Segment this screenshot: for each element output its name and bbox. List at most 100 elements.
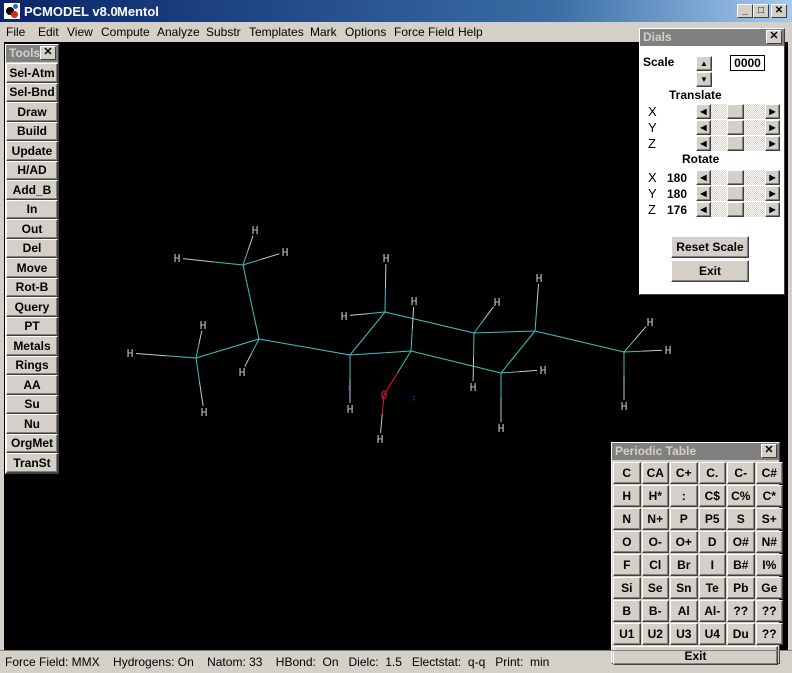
scroll-right-arrow-icon[interactable]: ▶: [765, 104, 780, 119]
element-button[interactable]: Sn: [670, 577, 698, 599]
scale-down-button[interactable]: ▼: [696, 72, 712, 87]
element-button[interactable]: C$: [698, 485, 726, 507]
element-button[interactable]: ??: [755, 600, 783, 622]
tool-h-ad-button[interactable]: H/AD: [6, 160, 58, 180]
element-button[interactable]: C+: [670, 462, 698, 484]
scroll-left-arrow-icon[interactable]: ◀: [696, 186, 711, 201]
scroll-left-arrow-icon[interactable]: ◀: [696, 136, 711, 151]
dials-close-icon[interactable]: ✕: [766, 30, 782, 44]
element-button[interactable]: Pb: [727, 577, 755, 599]
scroll-right-arrow-icon[interactable]: ▶: [765, 136, 780, 151]
element-button[interactable]: N: [613, 508, 641, 530]
element-button[interactable]: C-: [727, 462, 755, 484]
element-button[interactable]: Ge: [755, 577, 783, 599]
element-button[interactable]: I%: [755, 554, 783, 576]
tool-orgmet-button[interactable]: OrgMet: [6, 433, 58, 453]
element-button[interactable]: Du: [727, 623, 755, 645]
scale-up-button[interactable]: ▲: [696, 56, 712, 71]
tool-query-button[interactable]: Query: [6, 297, 58, 317]
tool-aa-button[interactable]: AA: [6, 375, 58, 395]
element-button[interactable]: H: [613, 485, 641, 507]
scroll-thumb[interactable]: [727, 202, 744, 217]
element-button[interactable]: F: [613, 554, 641, 576]
element-button[interactable]: O+: [670, 531, 698, 553]
element-button[interactable]: D: [698, 531, 726, 553]
element-button[interactable]: B#: [727, 554, 755, 576]
rotate-y-scrollbar[interactable]: ◀ ▶: [696, 186, 780, 201]
element-button[interactable]: C#: [755, 462, 783, 484]
dials-exit-button[interactable]: Exit: [671, 260, 749, 282]
rotate-z-scrollbar[interactable]: ◀ ▶: [696, 202, 780, 217]
tool-draw-button[interactable]: Draw: [6, 102, 58, 122]
element-button[interactable]: Br: [670, 554, 698, 576]
element-button[interactable]: Cl: [641, 554, 669, 576]
element-button[interactable]: Si: [613, 577, 641, 599]
element-button[interactable]: N+: [641, 508, 669, 530]
element-button[interactable]: C%: [727, 485, 755, 507]
scroll-thumb[interactable]: [727, 170, 744, 185]
element-button[interactable]: ??: [755, 623, 783, 645]
tool-add-b-button[interactable]: Add_B: [6, 180, 58, 200]
tools-close-icon[interactable]: ✕: [40, 46, 56, 60]
element-button[interactable]: S+: [755, 508, 783, 530]
scroll-thumb[interactable]: [727, 186, 744, 201]
scroll-right-arrow-icon[interactable]: ▶: [765, 170, 780, 185]
scroll-left-arrow-icon[interactable]: ◀: [696, 170, 711, 185]
element-button[interactable]: N#: [755, 531, 783, 553]
element-button[interactable]: Al: [670, 600, 698, 622]
tool-move-button[interactable]: Move: [6, 258, 58, 278]
translate-z-scrollbar[interactable]: ◀ ▶: [696, 136, 780, 151]
scroll-thumb[interactable]: [727, 120, 744, 135]
scale-value-field[interactable]: 0000: [730, 55, 765, 71]
scroll-left-arrow-icon[interactable]: ◀: [696, 104, 711, 119]
scroll-thumb[interactable]: [727, 104, 744, 119]
element-button[interactable]: O#: [727, 531, 755, 553]
rotate-x-scrollbar[interactable]: ◀ ▶: [696, 170, 780, 185]
tool-pt-button[interactable]: PT: [6, 316, 58, 336]
scroll-thumb[interactable]: [727, 136, 744, 151]
element-button[interactable]: C: [613, 462, 641, 484]
element-button[interactable]: C*: [755, 485, 783, 507]
element-button[interactable]: O: [613, 531, 641, 553]
element-button[interactable]: C.: [698, 462, 726, 484]
element-button[interactable]: P5: [698, 508, 726, 530]
scroll-left-arrow-icon[interactable]: ◀: [696, 120, 711, 135]
element-button[interactable]: B: [613, 600, 641, 622]
element-button[interactable]: Al-: [698, 600, 726, 622]
element-button[interactable]: S: [727, 508, 755, 530]
tool-del-button[interactable]: Del: [6, 238, 58, 258]
scroll-left-arrow-icon[interactable]: ◀: [696, 202, 711, 217]
tool-transt-button[interactable]: TranSt: [6, 453, 58, 473]
tool-rot-b-button[interactable]: Rot-B: [6, 277, 58, 297]
periodic-table-close-icon[interactable]: ✕: [761, 444, 777, 458]
tool-sel-bnd-button[interactable]: Sel-Bnd: [6, 82, 58, 102]
element-button[interactable]: U1: [613, 623, 641, 645]
tool-nu-button[interactable]: Nu: [6, 414, 58, 434]
element-button[interactable]: :: [670, 485, 698, 507]
tool-su-button[interactable]: Su: [6, 394, 58, 414]
element-button[interactable]: ??: [727, 600, 755, 622]
element-button[interactable]: U3: [670, 623, 698, 645]
element-button[interactable]: P: [670, 508, 698, 530]
tool-out-button[interactable]: Out: [6, 219, 58, 239]
tool-rings-button[interactable]: Rings: [6, 355, 58, 375]
tool-sel-atm-button[interactable]: Sel-Atm: [6, 63, 58, 83]
reset-scale-button[interactable]: Reset Scale: [671, 236, 749, 258]
translate-x-scrollbar[interactable]: ◀ ▶: [696, 104, 780, 119]
scroll-right-arrow-icon[interactable]: ▶: [765, 186, 780, 201]
element-button[interactable]: CA: [641, 462, 669, 484]
element-button[interactable]: Te: [698, 577, 726, 599]
tool-in-button[interactable]: In: [6, 199, 58, 219]
scroll-right-arrow-icon[interactable]: ▶: [765, 202, 780, 217]
tool-metals-button[interactable]: Metals: [6, 336, 58, 356]
element-button[interactable]: H*: [641, 485, 669, 507]
element-button[interactable]: O-: [641, 531, 669, 553]
tool-build-button[interactable]: Build: [6, 121, 58, 141]
scroll-right-arrow-icon[interactable]: ▶: [765, 120, 780, 135]
element-button[interactable]: U2: [641, 623, 669, 645]
element-button[interactable]: Se: [641, 577, 669, 599]
element-button[interactable]: B-: [641, 600, 669, 622]
translate-y-scrollbar[interactable]: ◀ ▶: [696, 120, 780, 135]
element-button[interactable]: I: [698, 554, 726, 576]
element-button[interactable]: U4: [698, 623, 726, 645]
